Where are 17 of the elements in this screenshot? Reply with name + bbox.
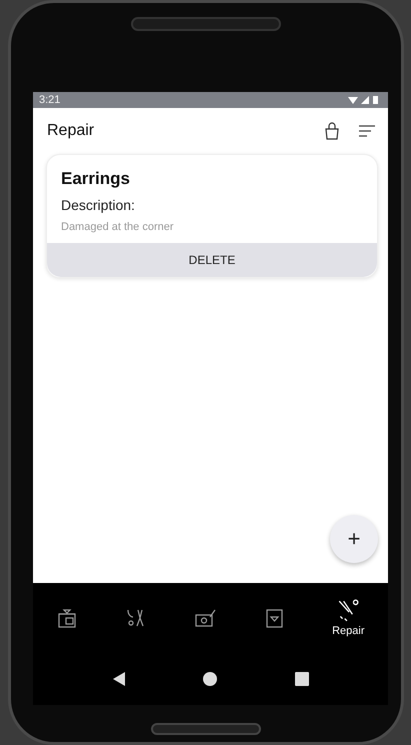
nav-tab[interactable] (56, 607, 78, 629)
menu-icon[interactable] (358, 124, 376, 138)
tweezers-icon (336, 599, 360, 623)
back-icon[interactable] (112, 671, 126, 687)
nav-tab[interactable] (194, 607, 216, 629)
item-description: Damaged at the corner (61, 221, 175, 233)
shopping-bag-icon[interactable] (324, 122, 340, 140)
recents-icon[interactable] (295, 672, 310, 686)
status-time: 3:21 (39, 94, 60, 106)
nav-tab[interactable]: Repair (332, 599, 364, 637)
description-label: Description: (61, 197, 136, 213)
screen-title: Repair (47, 122, 96, 140)
home-icon[interactable] (203, 672, 218, 686)
screen-icon (194, 607, 216, 629)
item-name: Earrings (61, 169, 131, 189)
delete-button[interactable]: DELETE (47, 243, 377, 277)
shop-icon (56, 607, 78, 629)
